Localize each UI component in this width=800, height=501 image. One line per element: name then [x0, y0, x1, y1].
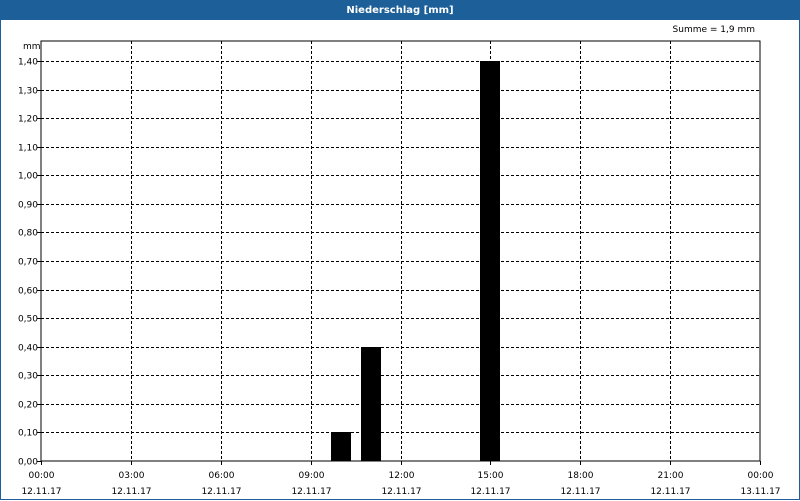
x-tick-time-label: 18:00	[568, 471, 594, 481]
y-tick-label: 1,00	[18, 172, 38, 182]
y-tick-label: 0,30	[18, 372, 38, 382]
bar	[361, 347, 381, 461]
x-tick-time-label: 12:00	[389, 471, 415, 481]
x-tick-time-label: 21:00	[658, 471, 684, 481]
x-tick-date-label: 12.11.17	[650, 487, 690, 497]
x-tick-time-label: 06:00	[209, 471, 235, 481]
precipitation-chart: 0,00 0,10 0,20 0,30 0,40 0,50 0,60 0,70 0,80 0,90…	[18, 40, 781, 497]
y-tick-label: 0,70	[18, 258, 38, 268]
x-tick-date-label: 12.11.17	[21, 487, 61, 497]
y-tick-label: 1,40	[18, 58, 38, 68]
y-tick-label: 0,60	[18, 287, 38, 297]
bar	[480, 61, 500, 461]
x-tick-time-label: 09:00	[299, 471, 325, 481]
y-tick-label: 0,00	[18, 458, 38, 468]
x-tick-date-label: 12.11.17	[291, 487, 331, 497]
y-tick-label: 0,80	[18, 229, 38, 239]
x-tick-date-label: 12.11.17	[470, 487, 510, 497]
y-tick-label: 0,20	[18, 401, 38, 411]
y-tick-label: 0,10	[18, 429, 38, 439]
plot-area	[40, 40, 761, 462]
x-tick-date-label: 12.11.17	[560, 487, 600, 497]
y-tick-label: 0,40	[18, 344, 38, 354]
x-tick-date-label: 12.11.17	[111, 487, 151, 497]
x-tick-date-label: 12.11.17	[381, 487, 421, 497]
x-tick-time-label: 15:00	[478, 471, 504, 481]
y-tick-label: 0,90	[18, 201, 38, 211]
y-tick-label: 0,50	[18, 315, 38, 325]
x-tick-date-label: 13.11.17	[740, 487, 780, 497]
y-unit-label: mm	[23, 42, 41, 52]
chart-window: Niederschlag [mm] Summe = 1,9 mm 0,00 0,1…	[0, 0, 800, 500]
x-tick-time-label: 00:00	[748, 471, 774, 481]
x-tick-time-label: 03:00	[119, 471, 145, 481]
y-tick-label: 1,30	[18, 87, 38, 97]
y-tick-label: 1,20	[18, 115, 38, 125]
bar	[331, 432, 351, 461]
x-tick-date-label: 12.11.17	[201, 487, 241, 497]
y-tick-label: 1,10	[18, 144, 38, 154]
x-tick-time-label: 00:00	[29, 471, 55, 481]
